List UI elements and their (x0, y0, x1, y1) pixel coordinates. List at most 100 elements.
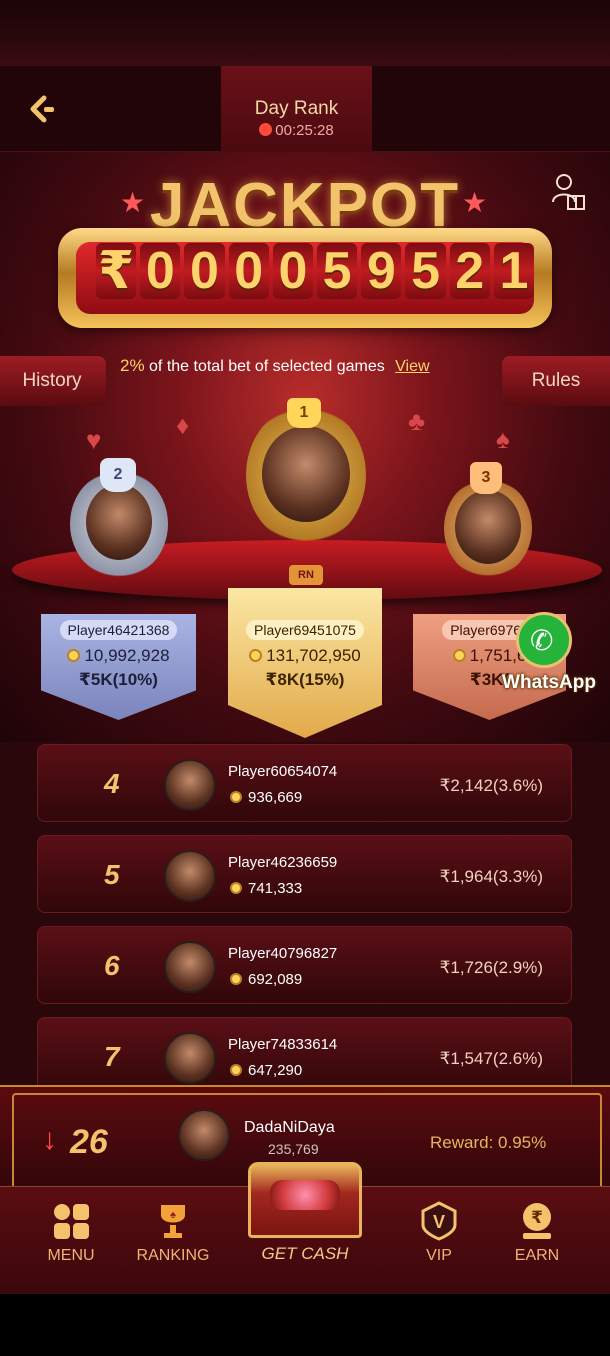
row-player-coins: 692,089 (230, 971, 302, 988)
jackpot-description-text: of the total bet of selected games (144, 358, 390, 375)
heart-suit-icon: ♥ (86, 425, 102, 455)
jackpot-digit: 0 (228, 243, 269, 299)
nav-vip-label: VIP (426, 1247, 452, 1264)
jackpot-digit: 0 (140, 243, 181, 299)
avatar (164, 759, 216, 811)
coins-value: 647,290 (248, 1062, 303, 1079)
row-player-coins: 647,290 (230, 1062, 302, 1079)
get-cash-button[interactable]: GET CASH (230, 1150, 380, 1276)
player-name: Player69451075 (246, 620, 364, 640)
rank1-avatar[interactable] (262, 426, 350, 522)
user-gift-icon[interactable] (550, 172, 586, 212)
row-reward: ₹1,726(2.9%) (439, 958, 543, 977)
player-coins: 10,992,928 (41, 646, 196, 666)
list-item[interactable]: 6 Player40796827 692,089 ₹1,726(2.9%) (37, 926, 572, 1004)
title-box: Day Rank 00:25:28 (221, 66, 372, 152)
row-player-name: Player60654074 (228, 763, 338, 780)
jackpot-digit: 0 (272, 243, 314, 299)
rank2-avatar[interactable] (86, 484, 152, 560)
jackpot-digit: 0 (184, 243, 225, 299)
jackpot-percent: 2% (120, 356, 145, 375)
jackpot-digit: 5 (317, 243, 358, 299)
top-decoration (0, 0, 610, 66)
system-bar (0, 1294, 610, 1356)
coin-icon (452, 649, 466, 662)
player-coins: 131,702,950 (228, 646, 382, 666)
rank1-crown-badge: 1 (287, 398, 321, 428)
list-item[interactable]: 7 Player74833614 647,290 ₹1,547(2.6%) (37, 1017, 572, 1095)
coins-value: 10,992,928 (84, 646, 170, 665)
jackpot-digit: 5 (405, 243, 446, 299)
row-rank: 5 (104, 859, 120, 890)
rank3-avatar[interactable] (455, 490, 521, 564)
row-player-coins: 936,669 (230, 789, 302, 806)
clock-icon (259, 123, 273, 136)
phone-icon: ✆ (530, 625, 554, 656)
vip-shield-icon: V (421, 1201, 457, 1241)
row-player-coins: 741,333 (230, 880, 302, 897)
coin-icon (230, 882, 242, 894)
page-title: Day Rank (254, 98, 339, 119)
diamond-suit-icon: ♦ (176, 410, 190, 440)
rank3-crown-badge: 3 (470, 462, 502, 494)
star-icon: ★ (120, 187, 146, 218)
currency-symbol: ₹ (96, 243, 137, 299)
nav-ranking[interactable]: ♠ RANKING (128, 1187, 218, 1295)
coins-value: 936,669 (248, 789, 303, 806)
jackpot-digit: 9 (361, 243, 402, 299)
svg-text:♠: ♠ (170, 1209, 176, 1221)
coins-value: 131,702,950 (266, 646, 361, 665)
row-player-name: Player40796827 (228, 945, 338, 962)
player-reward: ₹5K(10%) (79, 670, 158, 689)
svg-text:V: V (433, 1212, 445, 1232)
nav-earn[interactable]: ₹ EARN (492, 1187, 582, 1295)
view-link[interactable]: View (395, 358, 429, 375)
jackpot-digit: 2 (449, 243, 490, 299)
coin-icon (230, 1064, 242, 1076)
coin-icon (230, 973, 242, 985)
nav-menu-label: MENU (47, 1247, 95, 1264)
rank2-crown-badge: 2 (100, 458, 136, 492)
row-reward: ₹1,964(3.3%) (439, 867, 543, 886)
coin-icon (249, 649, 263, 662)
gems-icon (270, 1180, 340, 1210)
history-button[interactable]: History (0, 356, 106, 406)
row-player-name: Player74833614 (228, 1036, 338, 1053)
podium-logo-icon: RN (289, 565, 323, 585)
nav-menu[interactable]: MENU (26, 1187, 116, 1295)
spade-suit-icon: ♠ (496, 424, 510, 454)
list-item[interactable]: 4 Player60654074 936,669 ₹2,142(3.6%) (37, 744, 572, 822)
whatsapp-button[interactable]: ✆ WhatsApp (494, 612, 604, 694)
svg-text:₹: ₹ (531, 1208, 543, 1227)
avatar (164, 941, 216, 993)
menu-icon (54, 1204, 89, 1239)
rupee-earn-icon: ₹ (523, 1203, 551, 1239)
list-item[interactable]: 5 Player46236659 741,333 ₹1,964(3.3%) (37, 835, 572, 913)
coin-icon (67, 649, 81, 662)
row-player-name: Player46236659 (228, 854, 338, 871)
nav-vip[interactable]: V VIP (394, 1187, 484, 1295)
row-rank: 4 (104, 768, 120, 799)
jackpot-amount: ₹ 0 0 0 0 5 9 5 2 1 (96, 243, 535, 301)
nav-ranking-label: RANKING (136, 1247, 210, 1264)
get-cash-label: GET CASH (261, 1244, 349, 1263)
avatar (164, 850, 216, 902)
trophy-icon: ♠ (161, 1205, 185, 1238)
coins-value: 692,089 (248, 971, 303, 988)
jackpot-description: 2% of the total bet of selected games Vi… (120, 356, 430, 376)
player-reward: ₹8K(15%) (265, 670, 345, 689)
back-arrow-icon[interactable] (24, 92, 58, 126)
coin-icon (230, 791, 242, 803)
player-name: Player46421368 (59, 620, 178, 640)
countdown-timer: 00:25:28 (221, 122, 372, 139)
row-rank: 6 (104, 950, 120, 981)
club-suit-icon: ♣ (408, 406, 426, 436)
rules-button[interactable]: Rules (502, 356, 610, 406)
avatar (164, 1032, 216, 1084)
row-reward: ₹2,142(3.6%) (439, 776, 543, 795)
star-icon: ★ (462, 187, 488, 218)
jackpot-digit: 1 (493, 243, 535, 299)
whatsapp-label: WhatsApp (502, 672, 596, 693)
coins-value: 741,333 (248, 880, 303, 897)
timer-value: 00:25:28 (275, 122, 334, 139)
